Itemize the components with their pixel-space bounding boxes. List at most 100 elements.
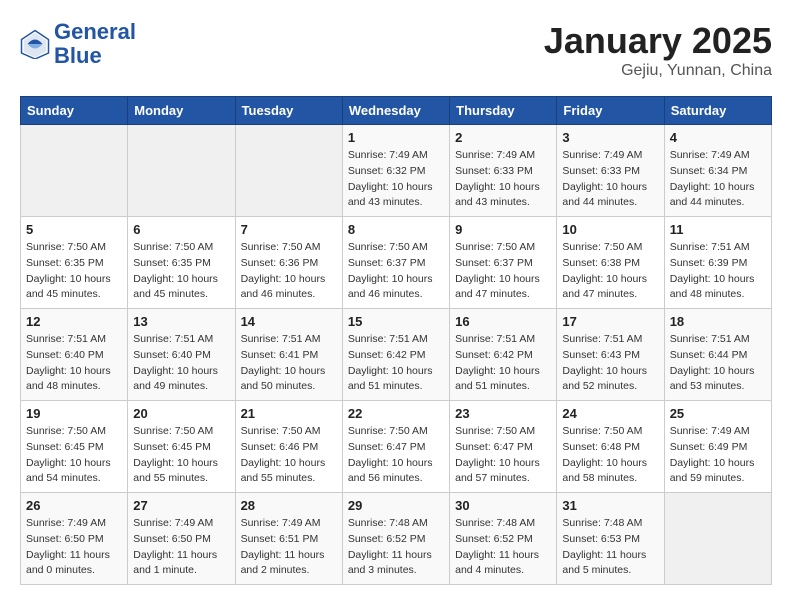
- day-info: Sunrise: 7:49 AM Sunset: 6:50 PM Dayligh…: [133, 516, 229, 579]
- title-block: January 2025 Gejiu, Yunnan, China: [544, 20, 772, 80]
- weekday-header-thursday: Thursday: [450, 97, 557, 125]
- day-info: Sunrise: 7:49 AM Sunset: 6:32 PM Dayligh…: [348, 148, 444, 211]
- day-info: Sunrise: 7:51 AM Sunset: 6:42 PM Dayligh…: [348, 332, 444, 395]
- calendar-cell: 23Sunrise: 7:50 AM Sunset: 6:47 PM Dayli…: [450, 401, 557, 493]
- day-number: 1: [348, 130, 444, 145]
- calendar-cell: 22 Sunrise: 7:50 AM Sunset: 6:47 PM Dayli…: [342, 401, 449, 493]
- calendar-cell: 2 Sunrise: 7:49 AM Sunset: 6:33 PM Daylig…: [450, 125, 557, 217]
- day-number: 15: [348, 314, 444, 329]
- calendar-cell: 7 Sunrise: 7:50 AM Sunset: 6:36 PM Daylig…: [235, 217, 342, 309]
- day-info: Sunrise: 7:48 AM Sunset: 6:53 PM Dayligh…: [562, 516, 658, 579]
- calendar-cell: 8 Sunrise: 7:50 AM Sunset: 6:37 PM Daylig…: [342, 217, 449, 309]
- day-number: 13: [133, 314, 229, 329]
- day-number: 18: [670, 314, 766, 329]
- day-number: 5: [26, 222, 122, 237]
- weekday-header-sunday: Sunday: [21, 97, 128, 125]
- calendar-cell: 10 Sunrise: 7:50 AM Sunset: 6:38 PM Dayli…: [557, 217, 664, 309]
- calendar-subtitle: Gejiu, Yunnan, China: [544, 62, 772, 80]
- day-info: Sunrise: 7:49 AM Sunset: 6:50 PM Dayligh…: [26, 516, 122, 579]
- day-info: Sunrise: 7:51 AM Sunset: 6:43 PM Dayligh…: [562, 332, 658, 395]
- calendar-cell: 4 Sunrise: 7:49 AM Sunset: 6:34 PM Daylig…: [664, 125, 771, 217]
- day-number: 17: [562, 314, 658, 329]
- day-number: 6: [133, 222, 229, 237]
- calendar-week-row: 5 Sunrise: 7:50 AM Sunset: 6:35 PM Daylig…: [21, 217, 772, 309]
- calendar-cell: 24 Sunrise: 7:50 AM Sunset: 6:48 PM Dayli…: [557, 401, 664, 493]
- day-number: 12: [26, 314, 122, 329]
- calendar-cell: 14Sunrise: 7:51 AM Sunset: 6:41 PM Dayli…: [235, 309, 342, 401]
- day-info: Sunrise: 7:50 AM Sunset: 6:38 PM Dayligh…: [562, 240, 658, 303]
- day-number: 20: [133, 406, 229, 421]
- calendar-cell: [664, 493, 771, 585]
- day-number: 22: [348, 406, 444, 421]
- day-number: 24: [562, 406, 658, 421]
- day-number: 9: [455, 222, 551, 237]
- day-info: Sunrise: 7:51 AM Sunset: 6:41 PM Dayligh…: [241, 332, 337, 395]
- day-info: Sunrise: 7:50 AM Sunset: 6:35 PM Dayligh…: [26, 240, 122, 303]
- day-info: Sunrise: 7:51 AM Sunset: 6:44 PM Dayligh…: [670, 332, 766, 395]
- day-number: 30: [455, 498, 551, 513]
- day-info: Sunrise: 7:50 AM Sunset: 6:45 PM Dayligh…: [26, 424, 122, 487]
- calendar-cell: 5 Sunrise: 7:50 AM Sunset: 6:35 PM Daylig…: [21, 217, 128, 309]
- weekday-header-row: SundayMondayTuesdayWednesdayThursdayFrid…: [21, 97, 772, 125]
- day-info: Sunrise: 7:50 AM Sunset: 6:48 PM Dayligh…: [562, 424, 658, 487]
- weekday-header-monday: Monday: [128, 97, 235, 125]
- weekday-header-friday: Friday: [557, 97, 664, 125]
- calendar-body: 1 Sunrise: 7:49 AM Sunset: 6:32 PM Daylig…: [21, 125, 772, 585]
- day-info: Sunrise: 7:51 AM Sunset: 6:39 PM Dayligh…: [670, 240, 766, 303]
- day-number: 26: [26, 498, 122, 513]
- calendar-cell: 29 Sunrise: 7:48 AM Sunset: 6:52 PM Dayli…: [342, 493, 449, 585]
- calendar-cell: 31Sunrise: 7:48 AM Sunset: 6:53 PM Dayli…: [557, 493, 664, 585]
- calendar-cell: 15 Sunrise: 7:51 AM Sunset: 6:42 PM Dayli…: [342, 309, 449, 401]
- day-number: 23: [455, 406, 551, 421]
- calendar-cell: 28Sunrise: 7:49 AM Sunset: 6:51 PM Dayli…: [235, 493, 342, 585]
- calendar-cell: 3Sunrise: 7:49 AM Sunset: 6:33 PM Daylig…: [557, 125, 664, 217]
- calendar-title: January 2025: [544, 20, 772, 62]
- day-number: 11: [670, 222, 766, 237]
- calendar-cell: 16 Sunrise: 7:51 AM Sunset: 6:42 PM Dayli…: [450, 309, 557, 401]
- logo: General Blue: [20, 20, 136, 68]
- calendar-cell: 11 Sunrise: 7:51 AM Sunset: 6:39 PM Dayli…: [664, 217, 771, 309]
- calendar-cell: 30 Sunrise: 7:48 AM Sunset: 6:52 PM Dayli…: [450, 493, 557, 585]
- day-info: Sunrise: 7:50 AM Sunset: 6:35 PM Dayligh…: [133, 240, 229, 303]
- day-info: Sunrise: 7:50 AM Sunset: 6:45 PM Dayligh…: [133, 424, 229, 487]
- day-number: 25: [670, 406, 766, 421]
- day-info: Sunrise: 7:49 AM Sunset: 6:49 PM Dayligh…: [670, 424, 766, 487]
- day-info: Sunrise: 7:49 AM Sunset: 6:33 PM Dayligh…: [562, 148, 658, 211]
- calendar-cell: 21 Sunrise: 7:50 AM Sunset: 6:46 PM Dayli…: [235, 401, 342, 493]
- calendar-cell: 1 Sunrise: 7:49 AM Sunset: 6:32 PM Daylig…: [342, 125, 449, 217]
- day-number: 7: [241, 222, 337, 237]
- calendar-cell: 20 Sunrise: 7:50 AM Sunset: 6:45 PM Dayli…: [128, 401, 235, 493]
- calendar-cell: 19 Sunrise: 7:50 AM Sunset: 6:45 PM Dayli…: [21, 401, 128, 493]
- calendar-cell: 12Sunrise: 7:51 AM Sunset: 6:40 PM Dayli…: [21, 309, 128, 401]
- calendar-cell: 13Sunrise: 7:51 AM Sunset: 6:40 PM Dayli…: [128, 309, 235, 401]
- logo-icon: [20, 29, 50, 59]
- day-number: 10: [562, 222, 658, 237]
- day-number: 16: [455, 314, 551, 329]
- calendar-cell: [235, 125, 342, 217]
- day-info: Sunrise: 7:48 AM Sunset: 6:52 PM Dayligh…: [348, 516, 444, 579]
- day-info: Sunrise: 7:49 AM Sunset: 6:33 PM Dayligh…: [455, 148, 551, 211]
- day-number: 21: [241, 406, 337, 421]
- day-info: Sunrise: 7:49 AM Sunset: 6:51 PM Dayligh…: [241, 516, 337, 579]
- day-info: Sunrise: 7:50 AM Sunset: 6:46 PM Dayligh…: [241, 424, 337, 487]
- weekday-header-saturday: Saturday: [664, 97, 771, 125]
- day-info: Sunrise: 7:49 AM Sunset: 6:34 PM Dayligh…: [670, 148, 766, 211]
- day-info: Sunrise: 7:48 AM Sunset: 6:52 PM Dayligh…: [455, 516, 551, 579]
- weekday-header-wednesday: Wednesday: [342, 97, 449, 125]
- day-number: 27: [133, 498, 229, 513]
- day-number: 8: [348, 222, 444, 237]
- day-info: Sunrise: 7:51 AM Sunset: 6:42 PM Dayligh…: [455, 332, 551, 395]
- day-info: Sunrise: 7:50 AM Sunset: 6:36 PM Dayligh…: [241, 240, 337, 303]
- calendar-week-row: 1 Sunrise: 7:49 AM Sunset: 6:32 PM Daylig…: [21, 125, 772, 217]
- day-info: Sunrise: 7:50 AM Sunset: 6:37 PM Dayligh…: [348, 240, 444, 303]
- day-number: 29: [348, 498, 444, 513]
- calendar-week-row: 12Sunrise: 7:51 AM Sunset: 6:40 PM Dayli…: [21, 309, 772, 401]
- calendar-cell: 26 Sunrise: 7:49 AM Sunset: 6:50 PM Dayli…: [21, 493, 128, 585]
- calendar-cell: 18 Sunrise: 7:51 AM Sunset: 6:44 PM Dayli…: [664, 309, 771, 401]
- day-number: 4: [670, 130, 766, 145]
- page-header: General Blue January 2025 Gejiu, Yunnan,…: [20, 20, 772, 80]
- day-info: Sunrise: 7:50 AM Sunset: 6:47 PM Dayligh…: [348, 424, 444, 487]
- day-number: 19: [26, 406, 122, 421]
- day-number: 2: [455, 130, 551, 145]
- calendar-cell: 9Sunrise: 7:50 AM Sunset: 6:37 PM Daylig…: [450, 217, 557, 309]
